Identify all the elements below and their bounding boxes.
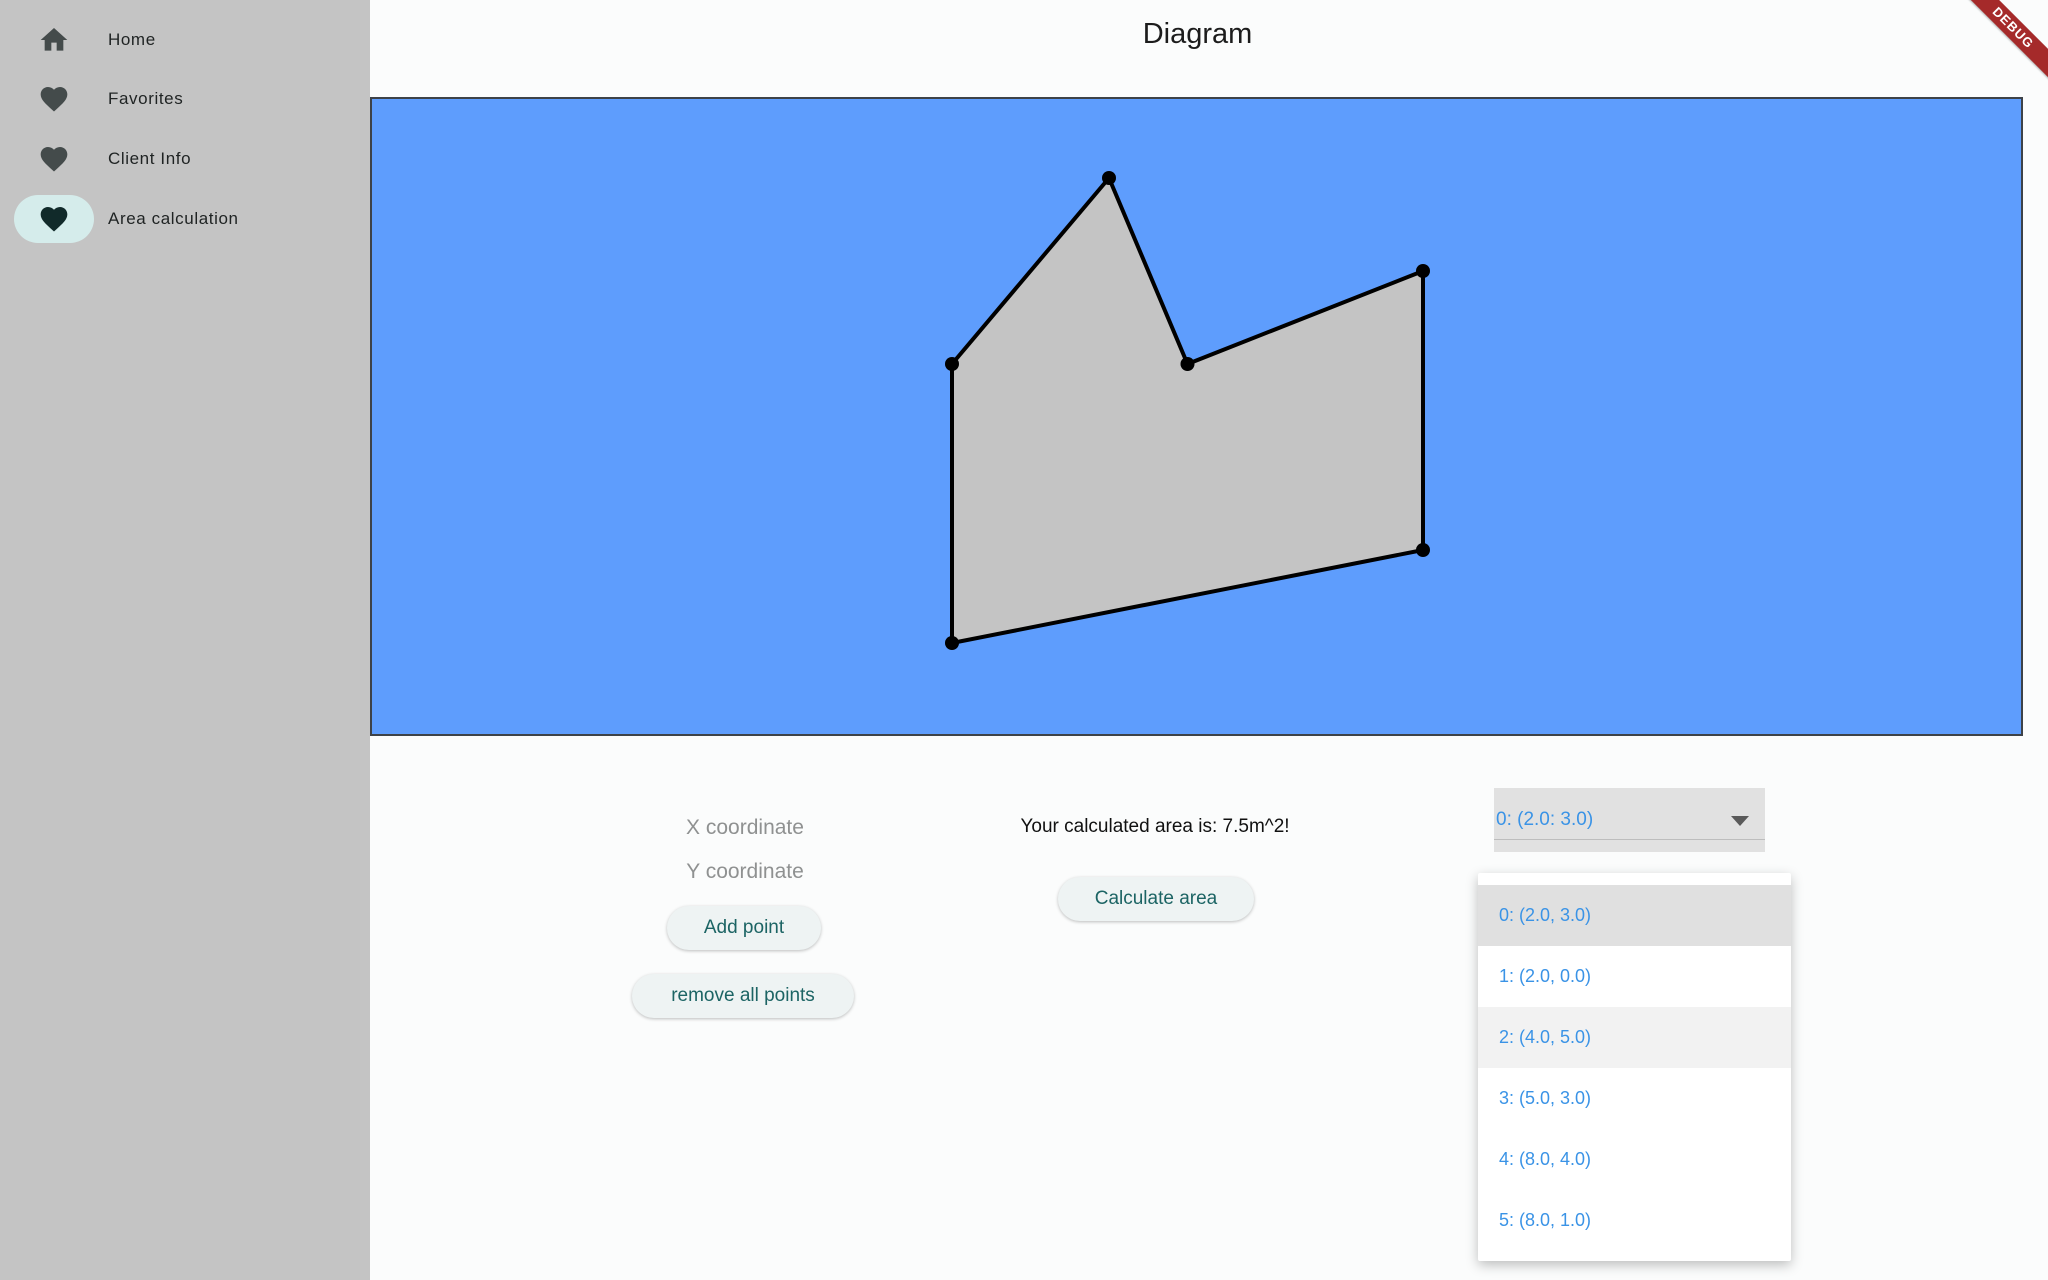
y-coordinate-input[interactable]: Y coordinate xyxy=(595,860,895,884)
dropdown-option-label: 4: (8.0, 4.0) xyxy=(1499,1149,1592,1169)
add-point-button[interactable]: Add point xyxy=(667,906,821,950)
dropdown-arrow-icon xyxy=(1731,816,1749,826)
dropdown-option[interactable]: 4: (8.0, 4.0) xyxy=(1478,1129,1791,1190)
area-result-text: Your calculated area is: 7.5m^2! xyxy=(1020,816,1290,837)
dropdown-selected-value: 0: (2.0: 3.0) xyxy=(1496,809,1594,830)
navigation-rail: Home Favorites Client Info Area calculat… xyxy=(0,0,370,1280)
polygon-vertex-4 xyxy=(1180,357,1195,371)
dropdown-option-label: 0: (2.0, 3.0) xyxy=(1499,905,1592,925)
nav-item-client-info[interactable]: Client Info xyxy=(14,135,354,185)
dropdown-menu: 0: (2.0, 3.0) 1: (2.0, 0.0) 2: (4.0, 5.0… xyxy=(1478,873,1791,1261)
polygon-vertex-0 xyxy=(945,357,959,371)
nav-label-favorites: Favorites xyxy=(108,89,184,108)
home-icon xyxy=(14,16,94,64)
polygon-vertex-3 xyxy=(1416,264,1430,278)
remove-all-points-button[interactable]: remove all points xyxy=(632,974,854,1018)
nav-item-favorites[interactable]: Favorites xyxy=(14,75,354,125)
dropdown-option[interactable]: 5: (8.0, 1.0) xyxy=(1478,1190,1791,1251)
heart-icon xyxy=(14,195,94,243)
dropdown-underline xyxy=(1494,839,1765,840)
area-polygon xyxy=(950,176,1425,645)
heart-icon xyxy=(14,135,94,183)
diagram-canvas[interactable] xyxy=(370,97,2023,736)
nav-label-home: Home xyxy=(108,30,156,49)
dropdown-option-label: 1: (2.0, 0.0) xyxy=(1499,966,1592,986)
nav-item-area-calculation[interactable]: Area calculation xyxy=(14,195,354,245)
nav-item-home[interactable]: Home xyxy=(14,16,354,66)
page-title: Diagram xyxy=(1142,18,1253,50)
polygon-vertex-2 xyxy=(1416,543,1430,557)
calculate-area-button[interactable]: Calculate area xyxy=(1058,877,1254,921)
point-dropdown[interactable]: 0: (2.0: 3.0) xyxy=(1494,788,1765,852)
polygon-diagram xyxy=(945,171,1430,650)
dropdown-option[interactable]: 1: (2.0, 0.0) xyxy=(1478,946,1791,1007)
x-coordinate-input[interactable]: X coordinate xyxy=(595,816,895,840)
heart-icon xyxy=(14,75,94,123)
dropdown-option-label: 2: (4.0, 5.0) xyxy=(1499,1027,1592,1047)
polygon-vertex-1 xyxy=(945,636,959,650)
dropdown-option-label: 5: (8.0, 1.0) xyxy=(1499,1210,1592,1230)
nav-label-client-info: Client Info xyxy=(108,149,192,168)
polygon-vertex-5 xyxy=(1102,171,1116,185)
dropdown-option[interactable]: 2: (4.0, 5.0) xyxy=(1478,1007,1791,1068)
dropdown-option-label: 3: (5.0, 3.0) xyxy=(1499,1088,1592,1108)
nav-label-area-calculation: Area calculation xyxy=(108,209,239,228)
dropdown-option[interactable]: 3: (5.0, 3.0) xyxy=(1478,1068,1791,1129)
dropdown-option[interactable]: 0: (2.0, 3.0) xyxy=(1478,885,1791,946)
